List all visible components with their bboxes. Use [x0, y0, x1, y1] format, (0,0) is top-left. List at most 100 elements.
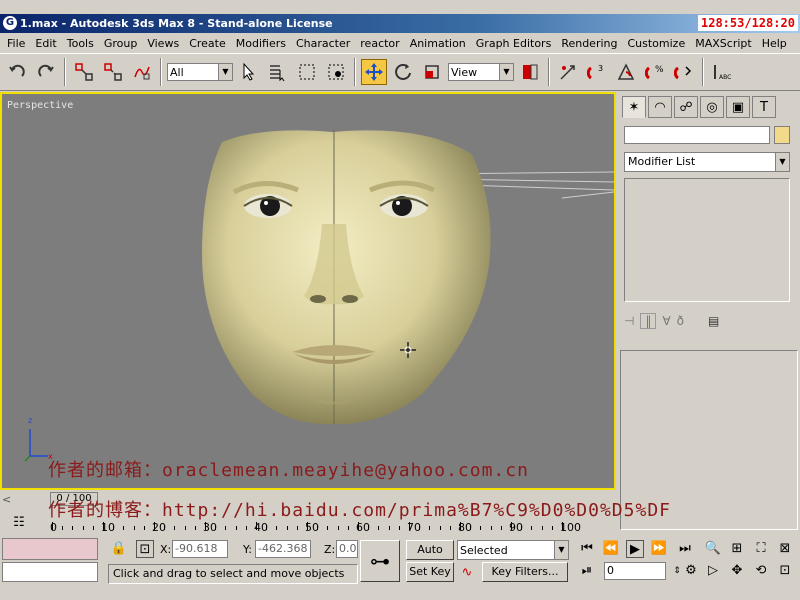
menu-group[interactable]: Group [99, 37, 143, 50]
key-mode-toggle-icon[interactable]: ⏯ [578, 562, 596, 580]
auto-key-button[interactable]: Auto Key [406, 540, 454, 574]
menu-file[interactable]: File [2, 37, 30, 50]
percent-snap-icon[interactable]: % [642, 59, 668, 85]
reference-coordinate-dropdown[interactable]: View ▼ [448, 63, 514, 81]
key-mode-value: Selected [460, 543, 508, 557]
select-and-link-icon[interactable] [71, 59, 97, 85]
modifier-list-dropdown[interactable]: Modifier List ▼ [624, 152, 790, 172]
motion-tab-icon[interactable]: ◎ [700, 96, 724, 118]
unlink-icon[interactable] [100, 59, 126, 85]
manipulate-icon[interactable] [555, 59, 581, 85]
menu-character[interactable]: Character [291, 37, 355, 50]
current-frame-field[interactable]: 0 [604, 562, 666, 580]
zoom-icon[interactable]: 🔍 [704, 540, 722, 558]
ruler-minor-tick [490, 526, 492, 530]
select-object-icon[interactable] [236, 59, 262, 85]
ruler-minor-tick [92, 526, 94, 530]
timer-overlay: 128:53/128:20 [698, 15, 798, 31]
stack-buttons: ⊣ ‖ ∀ ð ▤ [624, 310, 790, 332]
svg-text:%: % [655, 65, 664, 75]
key-mode-dropdown[interactable]: Selected ▼ [457, 540, 569, 560]
toolbar-separator [702, 58, 704, 86]
lock-selection-icon[interactable]: 🔒 [110, 540, 128, 558]
perspective-viewport[interactable]: Perspective z x 作者的邮箱：oraclemean.meayihe… [0, 92, 616, 490]
app-icon[interactable]: G [3, 16, 17, 30]
default-in-out-tangent-icon[interactable]: ∿ [458, 564, 476, 582]
ruler-minor-tick [235, 526, 237, 530]
maximize-viewport-icon[interactable]: ⊡ [776, 562, 794, 580]
select-and-move-icon[interactable] [361, 59, 387, 85]
menu-views[interactable]: Views [142, 37, 184, 50]
maxscript-listener-field[interactable] [2, 538, 98, 560]
absolute-mode-icon[interactable]: ⊡ [136, 540, 154, 558]
modifier-stack[interactable] [624, 178, 790, 302]
modifier-list-label: Modifier List [628, 155, 696, 168]
ruler-minor-tick [429, 526, 431, 530]
object-color-swatch[interactable] [774, 126, 790, 144]
menu-edit[interactable]: Edit [30, 37, 61, 50]
angle-snap-icon[interactable] [613, 59, 639, 85]
field-of-view-icon[interactable]: ▷ [704, 562, 722, 580]
redo-icon[interactable] [33, 59, 59, 85]
zoom-extents-icon[interactable]: ⛶ [752, 540, 770, 558]
title-bar: G 1.max - Autodesk 3ds Max 8 - Stand-alo… [0, 14, 800, 33]
menu-customize[interactable]: Customize [622, 37, 690, 50]
ruler-minor-tick [317, 526, 319, 530]
face-model[interactable] [2, 94, 614, 488]
spinner-snap-icon[interactable] [671, 59, 697, 85]
menu-rendering[interactable]: Rendering [556, 37, 622, 50]
maxscript-output-field[interactable] [2, 562, 98, 582]
show-end-result-icon[interactable]: ‖ [640, 313, 657, 329]
menu-modifiers[interactable]: Modifiers [231, 37, 291, 50]
pan-view-icon[interactable]: ✥ [728, 562, 746, 580]
hierarchy-tab-icon[interactable]: ☍ [674, 96, 698, 118]
menu-animation[interactable]: Animation [405, 37, 471, 50]
rectangular-selection-icon[interactable] [294, 59, 320, 85]
zoom-all-icon[interactable]: ⊞ [728, 540, 746, 558]
select-by-name-icon[interactable] [265, 59, 291, 85]
x-coordinate-field[interactable]: -90.618 [172, 540, 228, 558]
key-filters-button[interactable]: Key Filters... [482, 562, 568, 582]
ruler-minor-tick [164, 526, 166, 530]
configure-modifier-sets-icon[interactable]: ▤ [708, 314, 719, 328]
zoom-extents-all-icon[interactable]: ⊠ [776, 540, 794, 558]
display-tab-icon[interactable]: ▣ [726, 96, 750, 118]
ruler-minor-tick [225, 526, 227, 530]
modify-tab-icon[interactable]: ◠ [648, 96, 672, 118]
pivot-center-icon[interactable] [517, 59, 543, 85]
play-icon[interactable]: ▶ [626, 540, 644, 558]
select-and-rotate-icon[interactable] [390, 59, 416, 85]
undo-icon[interactable] [4, 59, 30, 85]
make-unique-icon[interactable]: ∀ [662, 314, 670, 328]
menu-create[interactable]: Create [184, 37, 231, 50]
menu-maxscript[interactable]: MAXScript [690, 37, 756, 50]
remove-modifier-icon[interactable]: ð [677, 314, 684, 328]
time-slider-prev-icon[interactable]: < [2, 493, 11, 506]
bind-space-warp-icon[interactable] [129, 59, 155, 85]
mini-curve-editor-icon[interactable]: ☷ [10, 514, 28, 532]
next-frame-icon[interactable]: ⏩ [650, 540, 668, 558]
menu-graph-editors[interactable]: Graph Editors [471, 37, 557, 50]
window-crossing-icon[interactable] [323, 59, 349, 85]
ruler-minor-tick [62, 526, 64, 530]
menu-tools[interactable]: Tools [62, 37, 99, 50]
z-coordinate-field[interactable]: 0.0 [336, 540, 358, 558]
create-tab-icon[interactable]: ✶ [622, 96, 646, 118]
menu-reactor[interactable]: reactor [355, 37, 404, 50]
utilities-tab-icon[interactable]: T [752, 96, 776, 118]
pin-stack-icon[interactable]: ⊣ [624, 314, 634, 328]
snap-3d-icon[interactable]: 3 [584, 59, 610, 85]
selection-filter-dropdown[interactable]: All ▼ [167, 63, 233, 81]
menu-help[interactable]: Help [757, 37, 792, 50]
previous-frame-icon[interactable]: ⏪ [602, 540, 620, 558]
set-key-mode-icon[interactable]: ⊶ [360, 540, 400, 582]
select-and-scale-icon[interactable] [419, 59, 445, 85]
arc-rotate-icon[interactable]: ⟲ [752, 562, 770, 580]
time-configuration-icon[interactable]: ⚙ [682, 562, 700, 580]
named-selection-icon[interactable]: ABC [709, 59, 735, 85]
go-to-start-icon[interactable]: ⏮ [578, 540, 596, 558]
set-key-button[interactable]: Set Key [406, 562, 454, 582]
y-coordinate-field[interactable]: -462.368 [255, 540, 311, 558]
object-name-field[interactable] [624, 126, 770, 144]
go-to-end-icon[interactable]: ⏭ [676, 540, 694, 558]
